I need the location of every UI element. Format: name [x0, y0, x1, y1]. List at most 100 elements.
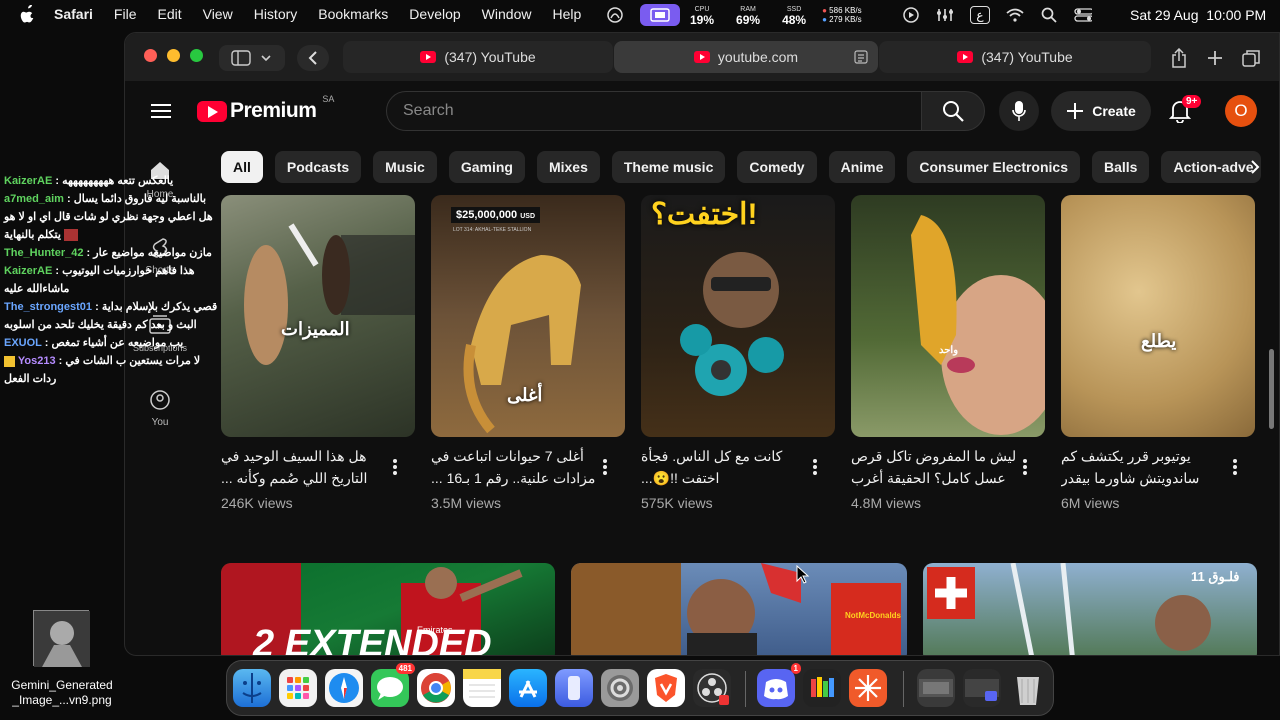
chip-all[interactable]: All: [221, 151, 263, 183]
discord-icon[interactable]: 1: [757, 663, 801, 707]
hamburger-menu-button[interactable]: [151, 103, 171, 124]
close-window-button[interactable]: [144, 49, 157, 62]
obs-icon[interactable]: [693, 669, 731, 707]
screen-record-icon[interactable]: [606, 6, 624, 24]
chip-comedy[interactable]: Comedy: [737, 151, 817, 183]
chip-mixes[interactable]: Mixes: [536, 151, 600, 183]
tab-youtube-1[interactable]: (347) YouTube: [343, 41, 613, 73]
microphone-icon: [1012, 101, 1026, 121]
menubar-clock[interactable]: Sat 29 Aug 10:00 PM: [1130, 7, 1266, 23]
menu-window[interactable]: Window: [482, 6, 532, 22]
video-title[interactable]: أغلى 7 حيوانات اتباعت في مزادات علنية.. …: [431, 445, 599, 489]
video-title[interactable]: ليش ما المفروض تاكل قرص عسل كامل؟ الحقيق…: [851, 445, 1019, 489]
safari-icon[interactable]: [325, 669, 363, 707]
reader-icon[interactable]: [854, 50, 868, 64]
menu-app-name[interactable]: Safari: [54, 6, 93, 22]
video-title[interactable]: كانت مع كل الناس. فجأة اختفت !!😮...: [641, 445, 809, 489]
chip-balls[interactable]: Balls: [1092, 151, 1150, 183]
create-button[interactable]: Create: [1051, 91, 1151, 131]
recent-window-thumbnail[interactable]: [917, 669, 955, 707]
chrome-icon[interactable]: [417, 669, 455, 707]
ssd-stat[interactable]: SSD 48%: [782, 5, 806, 26]
chip-theme-music[interactable]: Theme music: [611, 151, 726, 183]
control-center-icon[interactable]: [1074, 6, 1092, 24]
tab-youtube-2[interactable]: (347) YouTube: [879, 41, 1151, 73]
video-menu-button[interactable]: [387, 457, 403, 477]
control-icon[interactable]: [936, 6, 954, 24]
chip-consumer-electronics[interactable]: Consumer Electronics: [907, 151, 1080, 183]
video-thumbnail[interactable]: فلـوق 11: [923, 563, 1257, 655]
notifications-button[interactable]: 9+: [1168, 95, 1202, 125]
stage-manager-icon[interactable]: [640, 4, 680, 26]
video-thumbnail[interactable]: المميزات: [221, 195, 415, 437]
menu-help[interactable]: Help: [552, 6, 581, 22]
chip-anime[interactable]: Anime: [828, 151, 896, 183]
cpu-stat[interactable]: CPU 19%: [690, 5, 714, 26]
new-tab-button[interactable]: [1203, 45, 1227, 71]
multicolor-bars-icon[interactable]: [803, 669, 841, 707]
brave-icon[interactable]: [647, 669, 685, 707]
video-menu-button[interactable]: [597, 457, 613, 477]
chip-music[interactable]: Music: [373, 151, 437, 183]
chips-next-button[interactable]: [1241, 153, 1269, 181]
apple-menu-icon[interactable]: [20, 5, 36, 23]
input-source-icon[interactable]: ع: [970, 6, 990, 24]
video-title[interactable]: يوتيوبر قرر يكتشف كم ساندويتش شاورما بيق…: [1061, 445, 1229, 489]
menu-edit[interactable]: Edit: [157, 6, 181, 22]
video-title[interactable]: هل هذا السيف الوحيد في التاريخ اللي صُمم…: [221, 445, 389, 489]
avatar[interactable]: O: [1225, 95, 1257, 127]
youtube-favicon-icon: [420, 51, 437, 63]
menu-bookmarks[interactable]: Bookmarks: [318, 6, 388, 22]
youtube-logo[interactable]: Premium SA: [197, 94, 334, 123]
menu-view[interactable]: View: [203, 6, 233, 22]
launchpad-icon[interactable]: [279, 669, 317, 707]
sidebar-toggle-button[interactable]: [219, 45, 285, 71]
video-menu-button[interactable]: [1017, 457, 1033, 477]
video-views: 6M views: [1061, 495, 1120, 511]
app-store-icon[interactable]: [509, 669, 547, 707]
system-settings-icon[interactable]: [601, 669, 639, 707]
minimize-window-button[interactable]: [167, 49, 180, 62]
ram-stat[interactable]: RAM 69%: [736, 5, 760, 26]
scrollbar[interactable]: [1269, 349, 1274, 429]
wifi-icon[interactable]: [1006, 6, 1024, 24]
video-menu-button[interactable]: [807, 457, 823, 477]
menu-develop[interactable]: Develop: [409, 6, 460, 22]
trash-icon[interactable]: [1009, 669, 1047, 707]
iphone-mirroring-icon[interactable]: [555, 669, 593, 707]
search-input[interactable]: Search: [386, 91, 922, 131]
recent-window-thumbnail[interactable]: [963, 669, 1001, 707]
play-icon[interactable]: [902, 6, 920, 24]
back-button[interactable]: [297, 45, 329, 71]
chip-gaming[interactable]: Gaming: [448, 151, 525, 183]
voice-search-button[interactable]: [999, 91, 1039, 131]
video-thumbnail[interactable]: $25,000,000 USD LOT 314: AKHAL-TEKE STAL…: [431, 195, 625, 437]
video-menu-button[interactable]: [1227, 457, 1243, 477]
video-thumbnail[interactable]: واحد: [851, 195, 1045, 437]
finder-icon[interactable]: [233, 669, 271, 707]
video-thumbnail[interactable]: يطلع: [1061, 195, 1255, 437]
messages-icon[interactable]: 481: [371, 663, 415, 707]
chip-podcasts[interactable]: Podcasts: [274, 151, 362, 183]
starburst-app-icon[interactable]: [849, 669, 887, 707]
share-button[interactable]: [1167, 45, 1191, 71]
desktop-file-thumbnail[interactable]: [33, 610, 90, 667]
desktop-file-name[interactable]: Gemini_Generated _Image_...vn9.png: [0, 678, 124, 708]
tab-overview-button[interactable]: [1239, 45, 1263, 71]
tab-address-bar[interactable]: youtube.com: [614, 41, 878, 73]
video-thumbnail[interactable]: Emirates 2 EXTENDED: [221, 563, 555, 656]
safari-toolbar: (347) YouTube youtube.com (347) YouTube: [125, 33, 1279, 81]
chat-message: The_strongest01 : قصي يذكرك بلإسلام بداي…: [4, 301, 218, 331]
video-thumbnail[interactable]: اختفت؟!: [641, 195, 835, 437]
video-thumbnail[interactable]: NotMcDonalds: [571, 563, 907, 655]
menu-history[interactable]: History: [254, 6, 298, 22]
video-views: 575K views: [641, 495, 713, 511]
thumbnail-overlay-text: 2 EXTENDED: [253, 623, 492, 656]
chat-message: a7med_aim : بالناسبة ليه فاروق دائما يسا…: [4, 193, 213, 242]
search-button[interactable]: [921, 91, 985, 131]
notes-icon[interactable]: [463, 669, 501, 707]
zoom-window-button[interactable]: [190, 49, 203, 62]
spotlight-icon[interactable]: [1040, 6, 1058, 24]
menu-file[interactable]: File: [114, 6, 137, 22]
network-stat[interactable]: ● 586 KB/s ● 279 KB/s: [822, 6, 862, 24]
